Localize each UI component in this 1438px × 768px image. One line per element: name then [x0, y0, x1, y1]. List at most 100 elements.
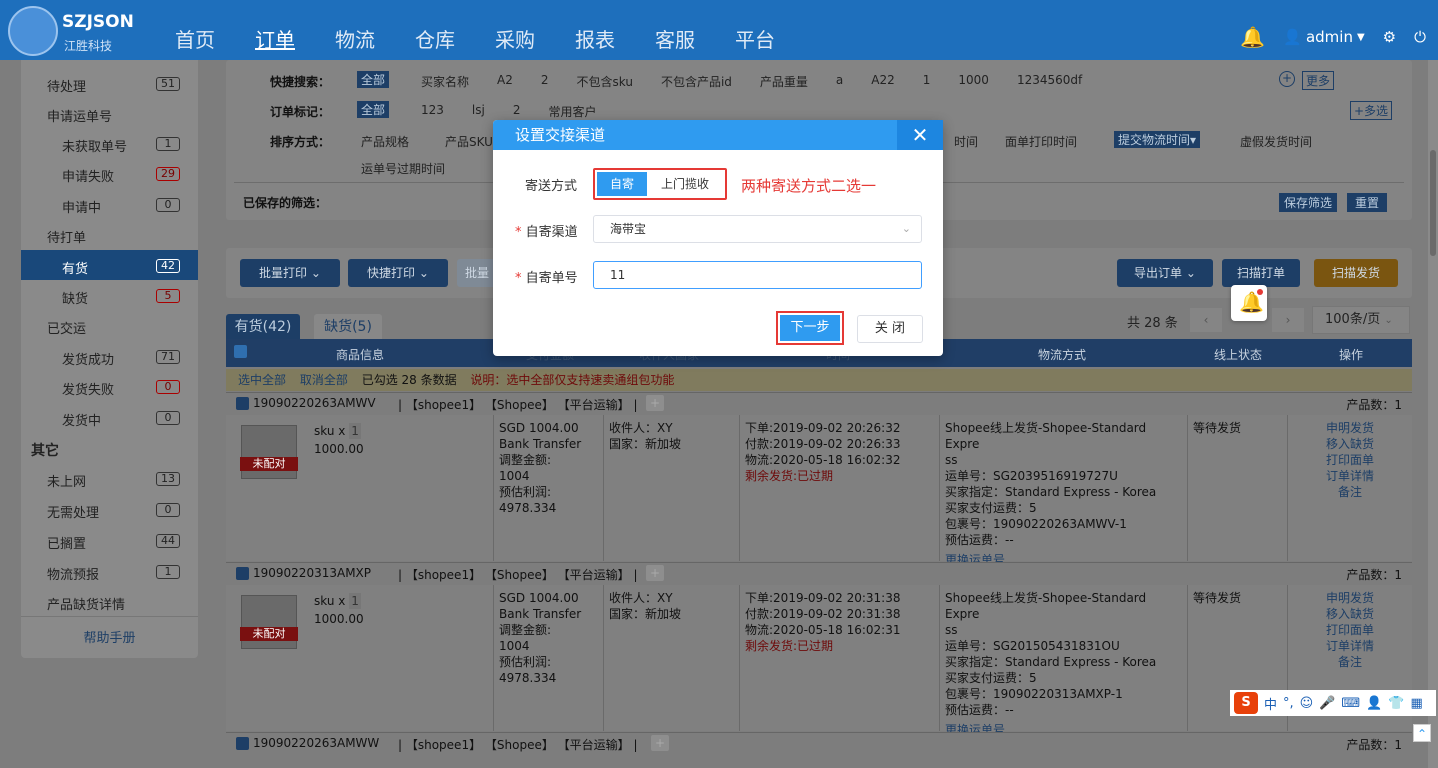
close-button[interactable]: 关 闭: [857, 315, 923, 343]
sidebar-item[interactable]: 未上网 13: [21, 463, 198, 493]
sidebar-item[interactable]: 产品缺货详情: [21, 586, 198, 616]
order-id[interactable]: 19090220263AMWW: [253, 736, 379, 750]
quick-search-item[interactable]: a: [836, 73, 843, 90]
option-self-send[interactable]: 自寄: [597, 172, 647, 196]
quick-search-item[interactable]: 不包含产品id: [661, 73, 732, 90]
order-action-link[interactable]: 移入缺货: [1293, 436, 1407, 452]
select-all-checkbox[interactable]: [234, 345, 247, 358]
multi-select-button[interactable]: +多选: [1350, 101, 1393, 120]
sort-product-spec[interactable]: 产品规格: [361, 133, 409, 150]
add-icon[interactable]: +: [646, 565, 664, 581]
nav-home[interactable]: 首页: [155, 0, 235, 60]
sidebar-item[interactable]: 无需处理 0: [21, 494, 198, 524]
close-icon[interactable]: ✕: [897, 120, 943, 150]
order-action-link[interactable]: 申明发货: [1293, 420, 1407, 436]
tab-in-stock[interactable]: 有货(42): [226, 314, 300, 340]
nav-platform[interactable]: 平台: [715, 0, 795, 60]
quick-search-item[interactable]: 产品重量: [760, 73, 808, 90]
ime-lang[interactable]: 中: [1264, 694, 1277, 713]
nav-reports[interactable]: 报表: [555, 0, 635, 60]
order-checkbox[interactable]: [236, 397, 249, 410]
add-icon[interactable]: +: [1279, 71, 1295, 87]
order-action-link[interactable]: 备注: [1293, 654, 1407, 670]
select-all-link[interactable]: 选中全部: [238, 373, 286, 387]
user-menu[interactable]: 👤 admin ▼: [1283, 28, 1364, 46]
help-manual-link[interactable]: 帮助手册: [21, 627, 198, 646]
brand-logo[interactable]: SZJSON 江胜科技: [8, 6, 148, 56]
nav-orders[interactable]: 订单: [235, 0, 315, 60]
sidebar-item[interactable]: 已交运: [21, 310, 198, 340]
quick-search-item[interactable]: 1000: [958, 73, 989, 90]
sidebar-item[interactable]: 发货中 0: [21, 402, 198, 432]
tab-out-stock[interactable]: 缺货(5): [314, 314, 382, 340]
notification-bell-icon[interactable]: 🔔: [1240, 25, 1265, 49]
option-pickup[interactable]: 上门揽收: [647, 172, 723, 196]
nav-logistics[interactable]: 物流: [315, 0, 395, 60]
floating-notification[interactable]: 🔔: [1231, 285, 1267, 321]
quick-search-item[interactable]: 2: [541, 73, 549, 90]
order-mark-item[interactable]: 123: [421, 103, 444, 120]
scan-print-button[interactable]: 扫描打单: [1222, 259, 1300, 287]
mark-all-tag[interactable]: 全部: [357, 101, 390, 118]
reset-button[interactable]: 重置: [1347, 193, 1388, 212]
sidebar-item[interactable]: 待打单: [21, 219, 198, 249]
add-icon[interactable]: +: [651, 735, 669, 751]
order-action-link[interactable]: 申明发货: [1293, 590, 1407, 606]
quick-search-item[interactable]: 不包含sku: [577, 73, 633, 90]
skin-icon[interactable]: 👕: [1388, 696, 1404, 711]
nav-warehouse[interactable]: 仓库: [395, 0, 475, 60]
order-action-link[interactable]: 移入缺货: [1293, 606, 1407, 622]
cancel-all-link[interactable]: 取消全部: [300, 373, 348, 387]
sidebar-item[interactable]: 有货 42: [21, 250, 198, 280]
next-page-icon[interactable]: ›: [1272, 308, 1304, 332]
batch-print-button[interactable]: 批量打印 ⌄: [240, 259, 340, 287]
order-id[interactable]: 19090220313AMXP: [253, 566, 371, 580]
order-checkbox[interactable]: [236, 737, 249, 750]
sidebar-item[interactable]: 申请中 0: [21, 189, 198, 219]
quick-print-button[interactable]: 快捷打印 ⌄: [348, 259, 448, 287]
order-mark-item[interactable]: 2: [513, 103, 521, 120]
sort-fake-ship-time[interactable]: 虚假发货时间: [1240, 133, 1312, 150]
save-filter-button[interactable]: 保存筛选: [1279, 193, 1338, 212]
nav-service[interactable]: 客服: [635, 0, 715, 60]
order-id[interactable]: 19090220263AMWV: [253, 396, 376, 410]
sidebar-item[interactable]: 缺货 5: [21, 280, 198, 310]
sidebar-item[interactable]: 待处理 51: [21, 68, 198, 98]
sidebar-item[interactable]: 发货失败 0: [21, 371, 198, 401]
sidebar-item[interactable]: 物流预报 1: [21, 556, 198, 586]
order-action-link[interactable]: 订单详情: [1293, 638, 1407, 654]
tracking-number-input[interactable]: 11: [593, 261, 922, 289]
gear-icon[interactable]: ⚙: [1383, 28, 1396, 46]
channel-select[interactable]: 海带宝 ⌄: [593, 215, 922, 243]
export-orders-button[interactable]: 导出订单 ⌄: [1117, 259, 1213, 287]
nav-purchase[interactable]: 采购: [475, 0, 555, 60]
sort-time[interactable]: 时间: [954, 133, 978, 150]
order-action-link[interactable]: 打印面单: [1293, 622, 1407, 638]
prev-page-icon[interactable]: ‹: [1190, 308, 1222, 332]
order-action-link[interactable]: 订单详情: [1293, 468, 1407, 484]
sidebar-item[interactable]: 发货成功 71: [21, 341, 198, 371]
sidebar-item[interactable]: 申请失败 29: [21, 158, 198, 188]
punctuation-icon[interactable]: °,: [1283, 696, 1294, 711]
add-icon[interactable]: +: [646, 395, 664, 411]
order-action-link[interactable]: 打印面单: [1293, 452, 1407, 468]
keyboard-icon[interactable]: ⌨: [1341, 696, 1360, 711]
scroll-top-icon[interactable]: ⌃: [1413, 724, 1431, 742]
power-icon[interactable]: ⏻: [1414, 28, 1426, 46]
sidebar-item[interactable]: 未获取单号 1: [21, 128, 198, 158]
sort-label-print-time[interactable]: 面单打印时间: [1005, 133, 1077, 150]
sort-product-sku[interactable]: 产品SKU: [445, 133, 493, 150]
sidebar-item[interactable]: 申请运单号: [21, 98, 198, 128]
more-button[interactable]: 更多: [1302, 71, 1335, 90]
grid-icon[interactable]: ▦: [1411, 696, 1423, 711]
order-mark-item[interactable]: lsj: [472, 103, 485, 120]
quick-search-item[interactable]: 买家名称: [421, 73, 469, 90]
mic-icon[interactable]: 🎤: [1319, 696, 1335, 711]
sort-submit-time[interactable]: 提交物流时间▾: [1114, 131, 1201, 148]
user-icon[interactable]: 👤: [1366, 696, 1382, 711]
emoji-icon[interactable]: ☺: [1300, 696, 1314, 711]
per-page-select[interactable]: 100条/页 ⌄: [1312, 306, 1410, 334]
scan-ship-button[interactable]: 扫描发货: [1314, 259, 1398, 287]
sidebar-item[interactable]: 已搁置 44: [21, 525, 198, 555]
quick-search-item[interactable]: A2: [497, 73, 513, 90]
